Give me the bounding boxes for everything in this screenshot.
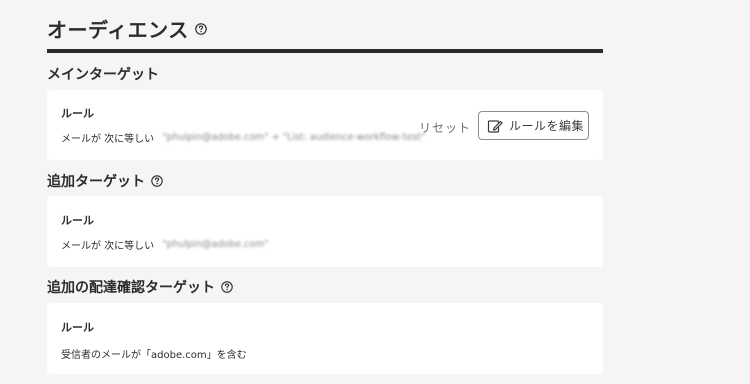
main-target-heading: メインターゲット [47,67,159,83]
page-title-row: オーディエンス [47,14,207,43]
additional-target-heading: 追加ターゲット [47,174,145,190]
edit-pencil-icon [487,118,503,134]
page-title: オーディエンス [47,18,189,42]
audience-panel: オーディエンス メインターゲット ルール メールが 次に等しい "phulpin… [0,0,750,384]
main-target-heading-row: メインターゲット [47,64,159,84]
help-icon[interactable] [221,281,233,293]
proof-target-heading: 追加の配達確認ターゲット [47,280,215,296]
rule-label: ルール [61,321,94,334]
edit-rule-button[interactable]: ルールを編集 [478,111,589,140]
rule-text: メールが 次に等しい "phulpin@adobe.com" [61,237,269,252]
reset-button[interactable]: リセット [419,119,471,136]
main-target-card: ルール メールが 次に等しい "phulpin@adobe.com" + "Li… [47,90,603,160]
help-icon[interactable] [194,22,207,35]
title-divider [47,49,603,53]
proof-target-card: ルール 受信者のメールが「adobe.com」を含む [47,303,603,374]
rule-label: ルール [61,214,94,227]
rule-text: メールが 次に等しい "phulpin@adobe.com" + "List: … [61,130,425,145]
rule-value-redacted: "phulpin@adobe.com" [162,239,269,250]
proof-target-heading-row: 追加の配達確認ターゲット [47,277,233,297]
rule-value-redacted: "phulpin@adobe.com" + "List: audience-wo… [162,132,426,143]
edit-rule-label: ルールを編集 [509,119,585,133]
additional-target-heading-row: 追加ターゲット [47,171,163,191]
rule-condition: メールが 次に等しい [61,134,155,145]
rule-condition: メールが 次に等しい [61,241,155,252]
rule-text: 受信者のメールが「adobe.com」を含む [61,350,247,361]
additional-target-card: ルール メールが 次に等しい "phulpin@adobe.com" [47,196,603,267]
rule-label: ルール [61,107,94,120]
help-icon[interactable] [151,175,163,187]
